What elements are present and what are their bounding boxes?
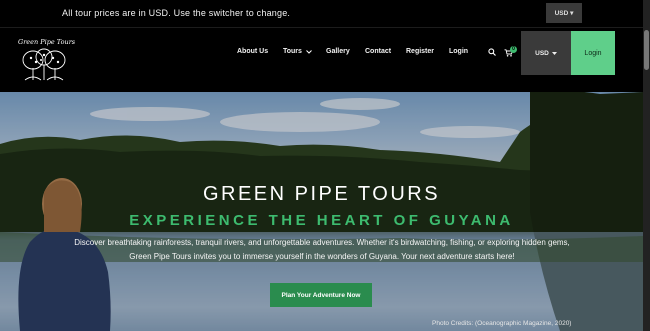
nav-gallery[interactable]: Gallery — [326, 48, 350, 55]
hero-subtitle: EXPERIENCE THE HEART OF GUYANA — [129, 212, 514, 229]
plan-adventure-button[interactable]: Plan Your Adventure Now — [270, 283, 372, 307]
nav-tours[interactable]: Tours — [283, 48, 312, 55]
hero-section: GREEN PIPE TOURS EXPERIENCE THE HEART OF… — [0, 92, 643, 331]
cart-count-badge: 0 — [510, 46, 517, 53]
currency-switcher[interactable]: USD — [521, 31, 571, 75]
nav-login[interactable]: Login — [449, 48, 468, 55]
caret-down-icon — [551, 51, 557, 55]
hero-description: Discover breathtaking rainforests, tranq… — [74, 238, 570, 261]
main-header: Green Pipe Tours About Us Tours Gallery … — [0, 29, 650, 92]
tree-logo-icon — [22, 48, 66, 81]
site-logo[interactable]: Green Pipe Tours — [18, 38, 76, 86]
currency-notice: All tour prices are in USD. Use the swit… — [62, 8, 291, 18]
search-icon[interactable] — [488, 48, 496, 56]
top-notice-bar: All tour prices are in USD. Use the swit… — [0, 0, 650, 28]
nav-register[interactable]: Register — [406, 48, 434, 55]
currency-label: USD — [535, 49, 549, 57]
currency-switcher-top[interactable]: USD ▾ — [546, 3, 582, 23]
photo-credit: Photo Credits: (Oceanographic Magazine, … — [432, 320, 572, 327]
nav-about-us[interactable]: About Us — [237, 48, 268, 55]
login-button[interactable]: Login — [571, 31, 615, 75]
nav-tours-label: Tours — [283, 48, 302, 55]
nav-contact[interactable]: Contact — [365, 48, 391, 55]
chevron-down-icon — [306, 49, 312, 54]
scrollbar-thumb[interactable] — [644, 30, 649, 70]
scrollbar[interactable] — [643, 0, 650, 331]
hero-title: GREEN PIPE TOURS — [202, 183, 441, 205]
logo-text: Green Pipe Tours — [18, 38, 76, 46]
